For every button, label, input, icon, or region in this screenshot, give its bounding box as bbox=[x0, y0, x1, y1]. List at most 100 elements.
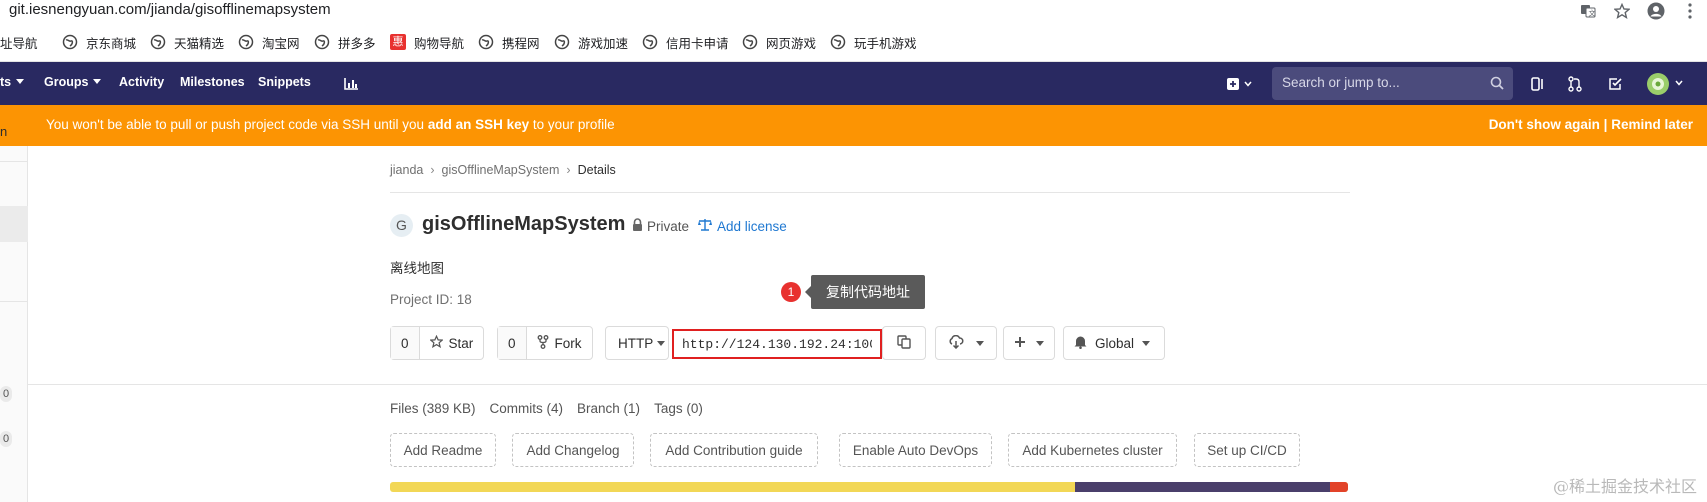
bookmark-label: 京东商城 bbox=[86, 36, 137, 51]
chevron-down-icon bbox=[1142, 340, 1151, 346]
banner-message: You won't be able to pull or push projec… bbox=[46, 117, 615, 132]
bookmark-item[interactable]: 携程网 bbox=[478, 33, 540, 51]
notification-label: Global bbox=[1095, 335, 1135, 351]
nav-activity[interactable]: Activity bbox=[119, 75, 164, 89]
todo-check-icon[interactable] bbox=[1604, 74, 1626, 94]
add-changelog-button[interactable]: Add Changelog bbox=[512, 433, 634, 467]
branch-stat-link[interactable]: Branch (1) bbox=[577, 401, 640, 416]
bookmark-item[interactable]: 天猫精选 bbox=[150, 33, 224, 51]
globe-icon bbox=[150, 34, 166, 50]
bookmark-item[interactable]: 玩手机游戏 bbox=[830, 33, 917, 51]
translate-icon[interactable]: 文 bbox=[1571, 0, 1605, 22]
issues-panel-icon[interactable] bbox=[1527, 74, 1549, 94]
lock-icon bbox=[632, 218, 643, 234]
bookmark-item[interactable]: 拼多多 bbox=[314, 33, 376, 51]
add-ssh-key-link[interactable]: add an SSH key bbox=[428, 117, 529, 132]
chevron-down-icon bbox=[657, 340, 666, 346]
star-icon bbox=[428, 334, 444, 351]
breadcrumb-item[interactable]: gisOfflineMapSystem bbox=[442, 163, 560, 177]
merge-request-icon[interactable] bbox=[1564, 74, 1586, 94]
bookmark-label: 购物导航 bbox=[414, 36, 465, 51]
set-up-cicd-button[interactable]: Set up CI/CD bbox=[1194, 433, 1300, 467]
readme-banner-image bbox=[390, 482, 1348, 492]
banner-actions: Don't show again | Remind later bbox=[1489, 117, 1693, 132]
globe-icon bbox=[742, 34, 758, 50]
star-button[interactable]: Star bbox=[420, 327, 484, 359]
sidebar-header[interactable]: n bbox=[0, 124, 7, 139]
globe-icon bbox=[478, 34, 494, 50]
new-plus-icon[interactable] bbox=[1224, 74, 1258, 94]
add-readme-button[interactable]: Add Readme bbox=[390, 433, 496, 467]
nav-projects[interactable]: ts bbox=[0, 75, 25, 89]
project-id: Project ID: 18 bbox=[390, 292, 472, 307]
notification-dropdown[interactable]: Global bbox=[1063, 326, 1165, 360]
chevron-down-icon bbox=[16, 79, 25, 84]
bookmark-star-icon[interactable] bbox=[1605, 0, 1639, 22]
project-sidebar: n 0 0 bbox=[0, 124, 28, 502]
bookmark-label: 信用卡申请 bbox=[666, 36, 729, 51]
fork-button[interactable]: Fork bbox=[527, 327, 592, 359]
download-dropdown[interactable] bbox=[935, 326, 997, 360]
bookmark-item[interactable]: 京东商城 bbox=[62, 33, 136, 51]
star-button-group: 0 Star bbox=[390, 326, 485, 360]
copy-icon bbox=[897, 334, 911, 352]
globe-icon bbox=[642, 34, 658, 50]
search-box[interactable] bbox=[1272, 67, 1513, 100]
remind-later-link[interactable]: Remind later bbox=[1611, 117, 1693, 132]
fork-button-group: 0 Fork bbox=[497, 326, 593, 360]
add-new-dropdown[interactable] bbox=[1003, 326, 1055, 360]
svg-text:文: 文 bbox=[1589, 9, 1596, 18]
bookmark-item[interactable]: 游戏加速 bbox=[554, 33, 628, 51]
dont-show-again-link[interactable]: Don't show again bbox=[1489, 117, 1600, 132]
nav-groups[interactable]: Groups bbox=[44, 75, 102, 89]
add-kubernetes-cluster-button[interactable]: Add Kubernetes cluster bbox=[1008, 433, 1177, 467]
bookmarks-bar: 址导航 京东商城 天猫精选 淘宝网 拼多多 惠购物导航 携程网 游戏加速 信用卡… bbox=[0, 22, 1707, 62]
nav-snippets[interactable]: Snippets bbox=[258, 75, 311, 89]
bookmark-item[interactable]: 网页游戏 bbox=[742, 33, 816, 51]
user-avatar[interactable] bbox=[1644, 73, 1688, 95]
profile-icon[interactable] bbox=[1639, 0, 1673, 22]
bookmark-item[interactable]: 信用卡申请 bbox=[642, 33, 729, 51]
enable-auto-devops-button[interactable]: Enable Auto DevOps bbox=[839, 433, 992, 467]
star-count[interactable]: 0 bbox=[391, 327, 420, 359]
protocol-dropdown[interactable]: HTTP bbox=[605, 326, 669, 360]
visibility-label: Private bbox=[647, 218, 690, 234]
breadcrumb-item[interactable]: jianda bbox=[390, 163, 423, 177]
files-stat-link[interactable]: Files (389 KB) bbox=[390, 401, 476, 416]
tags-stat-link[interactable]: Tags (0) bbox=[654, 401, 703, 416]
scale-icon bbox=[698, 218, 712, 234]
project-avatar: G bbox=[390, 214, 413, 237]
bookmark-label: 淘宝网 bbox=[262, 36, 300, 51]
copy-url-button[interactable] bbox=[882, 326, 926, 360]
sidebar-count-badge: 0 bbox=[0, 386, 12, 402]
add-contribution-guide-button[interactable]: Add Contribution guide bbox=[650, 433, 818, 467]
browser-url-bar[interactable]: git.iesnengyuan.com/jianda/gisofflinemap… bbox=[0, 0, 1707, 22]
search-icon[interactable] bbox=[1490, 76, 1504, 95]
clone-url-input[interactable] bbox=[674, 331, 880, 357]
more-vert-icon[interactable] bbox=[1673, 0, 1707, 22]
url-text[interactable]: git.iesnengyuan.com/jianda/gisofflinemap… bbox=[9, 1, 331, 18]
bookmark-item[interactable]: 址导航 bbox=[0, 33, 38, 51]
bookmark-label: 游戏加速 bbox=[578, 36, 629, 51]
add-license-label: Add license bbox=[717, 218, 787, 234]
clone-url-field[interactable] bbox=[672, 329, 882, 359]
fork-count[interactable]: 0 bbox=[498, 327, 527, 359]
protocol-label: HTTP bbox=[606, 327, 671, 359]
bookmark-label: 拼多多 bbox=[338, 36, 376, 51]
sidebar-divider bbox=[0, 301, 28, 302]
chart-icon[interactable] bbox=[340, 74, 362, 94]
banner-separator: | bbox=[1603, 117, 1608, 132]
commits-stat-link[interactable]: Commits (4) bbox=[490, 401, 564, 416]
globe-icon bbox=[830, 34, 846, 50]
bookmark-item[interactable]: 淘宝网 bbox=[238, 33, 300, 51]
bookmark-label: 址导航 bbox=[0, 36, 38, 51]
chevron-right-icon: › bbox=[566, 163, 571, 177]
bookmark-item[interactable]: 惠购物导航 bbox=[390, 33, 464, 51]
url-actions: 文 bbox=[1571, 0, 1707, 22]
breadcrumb-item-current[interactable]: Details bbox=[578, 163, 616, 177]
sidebar-item-active[interactable] bbox=[0, 206, 28, 242]
add-license-link[interactable]: Add license bbox=[698, 218, 787, 234]
nav-milestones[interactable]: Milestones bbox=[180, 75, 245, 89]
project-title: gisOfflineMapSystem bbox=[422, 213, 626, 235]
search-input[interactable] bbox=[1282, 75, 1482, 90]
